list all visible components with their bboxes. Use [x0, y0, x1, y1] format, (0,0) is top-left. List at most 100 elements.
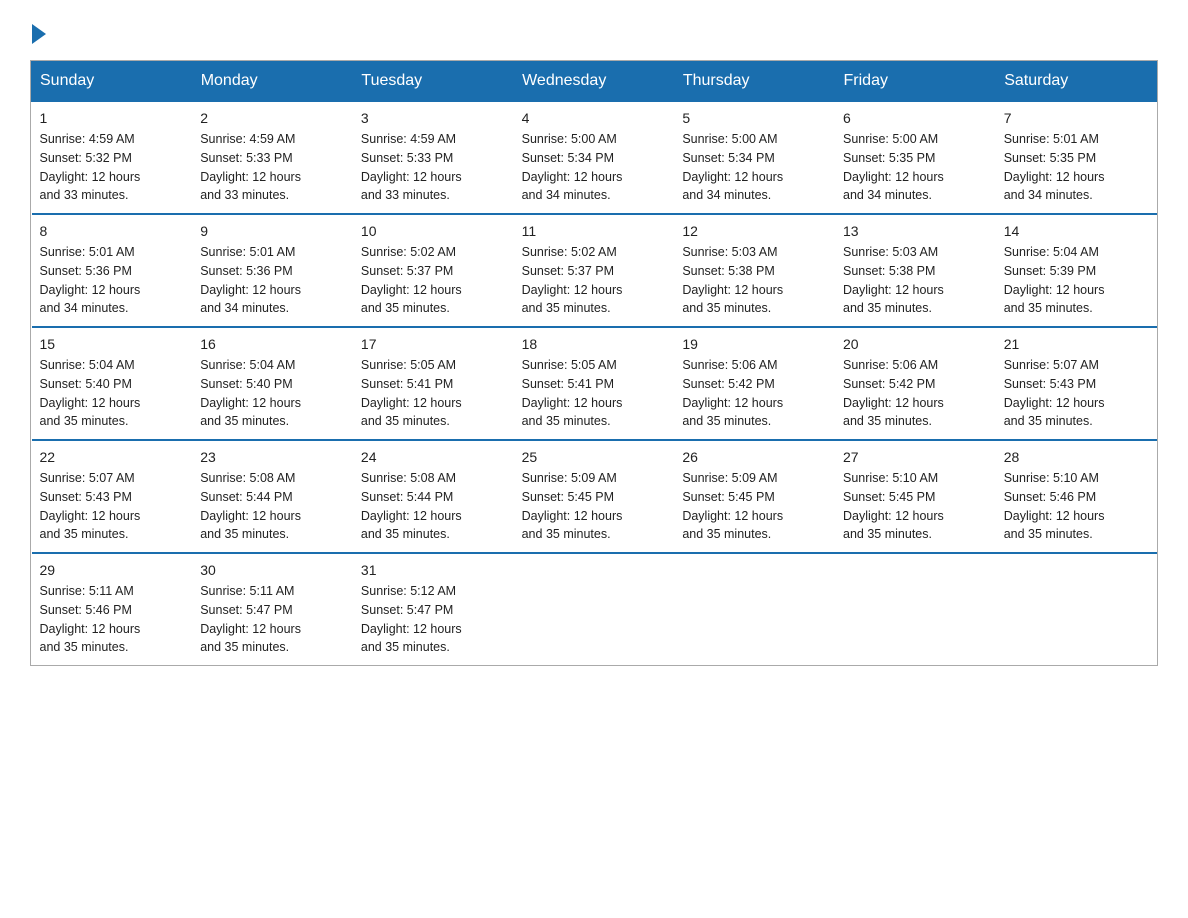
day-number: 30	[200, 562, 345, 578]
calendar-wrapper: SundayMondayTuesdayWednesdayThursdayFrid…	[30, 60, 1158, 666]
day-info: Sunrise: 5:11 AMSunset: 5:46 PMDaylight:…	[40, 584, 141, 654]
day-number: 21	[1004, 336, 1149, 352]
weekday-header-monday: Monday	[192, 62, 353, 102]
day-number: 27	[843, 449, 988, 465]
week-row-2: 8 Sunrise: 5:01 AMSunset: 5:36 PMDayligh…	[32, 214, 1157, 327]
day-number: 9	[200, 223, 345, 239]
calendar-cell: 15 Sunrise: 5:04 AMSunset: 5:40 PMDaylig…	[32, 327, 193, 440]
day-number: 13	[843, 223, 988, 239]
calendar-cell: 7 Sunrise: 5:01 AMSunset: 5:35 PMDayligh…	[996, 101, 1157, 214]
calendar-cell: 14 Sunrise: 5:04 AMSunset: 5:39 PMDaylig…	[996, 214, 1157, 327]
day-number: 26	[682, 449, 827, 465]
day-number: 4	[522, 110, 667, 126]
day-number: 25	[522, 449, 667, 465]
calendar-cell: 17 Sunrise: 5:05 AMSunset: 5:41 PMDaylig…	[353, 327, 514, 440]
day-number: 14	[1004, 223, 1149, 239]
day-info: Sunrise: 5:09 AMSunset: 5:45 PMDaylight:…	[682, 471, 783, 541]
day-number: 22	[40, 449, 185, 465]
day-info: Sunrise: 5:12 AMSunset: 5:47 PMDaylight:…	[361, 584, 462, 654]
day-number: 2	[200, 110, 345, 126]
day-info: Sunrise: 5:06 AMSunset: 5:42 PMDaylight:…	[682, 358, 783, 428]
day-info: Sunrise: 5:03 AMSunset: 5:38 PMDaylight:…	[843, 245, 944, 315]
day-info: Sunrise: 5:00 AMSunset: 5:34 PMDaylight:…	[682, 132, 783, 202]
day-number: 10	[361, 223, 506, 239]
day-info: Sunrise: 5:07 AMSunset: 5:43 PMDaylight:…	[1004, 358, 1105, 428]
calendar-cell: 27 Sunrise: 5:10 AMSunset: 5:45 PMDaylig…	[835, 440, 996, 553]
day-info: Sunrise: 5:01 AMSunset: 5:36 PMDaylight:…	[200, 245, 301, 315]
calendar-cell: 29 Sunrise: 5:11 AMSunset: 5:46 PMDaylig…	[32, 553, 193, 665]
weekday-header-wednesday: Wednesday	[514, 62, 675, 102]
calendar-cell: 16 Sunrise: 5:04 AMSunset: 5:40 PMDaylig…	[192, 327, 353, 440]
calendar-cell: 19 Sunrise: 5:06 AMSunset: 5:42 PMDaylig…	[674, 327, 835, 440]
day-number: 18	[522, 336, 667, 352]
day-number: 31	[361, 562, 506, 578]
day-number: 23	[200, 449, 345, 465]
calendar-cell: 31 Sunrise: 5:12 AMSunset: 5:47 PMDaylig…	[353, 553, 514, 665]
day-number: 29	[40, 562, 185, 578]
calendar-cell: 5 Sunrise: 5:00 AMSunset: 5:34 PMDayligh…	[674, 101, 835, 214]
calendar-cell: 21 Sunrise: 5:07 AMSunset: 5:43 PMDaylig…	[996, 327, 1157, 440]
weekday-header-saturday: Saturday	[996, 62, 1157, 102]
calendar-cell: 11 Sunrise: 5:02 AMSunset: 5:37 PMDaylig…	[514, 214, 675, 327]
calendar-cell: 22 Sunrise: 5:07 AMSunset: 5:43 PMDaylig…	[32, 440, 193, 553]
day-number: 19	[682, 336, 827, 352]
weekday-header-friday: Friday	[835, 62, 996, 102]
day-info: Sunrise: 5:10 AMSunset: 5:46 PMDaylight:…	[1004, 471, 1105, 541]
day-number: 6	[843, 110, 988, 126]
day-number: 3	[361, 110, 506, 126]
weekday-header-sunday: Sunday	[32, 62, 193, 102]
day-number: 28	[1004, 449, 1149, 465]
day-info: Sunrise: 5:08 AMSunset: 5:44 PMDaylight:…	[361, 471, 462, 541]
calendar-cell: 4 Sunrise: 5:00 AMSunset: 5:34 PMDayligh…	[514, 101, 675, 214]
day-number: 15	[40, 336, 185, 352]
calendar-cell: 9 Sunrise: 5:01 AMSunset: 5:36 PMDayligh…	[192, 214, 353, 327]
day-info: Sunrise: 5:04 AMSunset: 5:39 PMDaylight:…	[1004, 245, 1105, 315]
day-info: Sunrise: 5:01 AMSunset: 5:36 PMDaylight:…	[40, 245, 141, 315]
calendar-cell	[835, 553, 996, 665]
day-info: Sunrise: 5:03 AMSunset: 5:38 PMDaylight:…	[682, 245, 783, 315]
calendar-cell: 25 Sunrise: 5:09 AMSunset: 5:45 PMDaylig…	[514, 440, 675, 553]
calendar-cell	[514, 553, 675, 665]
calendar-cell: 6 Sunrise: 5:00 AMSunset: 5:35 PMDayligh…	[835, 101, 996, 214]
week-row-5: 29 Sunrise: 5:11 AMSunset: 5:46 PMDaylig…	[32, 553, 1157, 665]
day-number: 1	[40, 110, 185, 126]
calendar-cell: 23 Sunrise: 5:08 AMSunset: 5:44 PMDaylig…	[192, 440, 353, 553]
day-info: Sunrise: 5:00 AMSunset: 5:34 PMDaylight:…	[522, 132, 623, 202]
day-info: Sunrise: 5:04 AMSunset: 5:40 PMDaylight:…	[200, 358, 301, 428]
day-number: 20	[843, 336, 988, 352]
calendar-cell: 10 Sunrise: 5:02 AMSunset: 5:37 PMDaylig…	[353, 214, 514, 327]
day-number: 24	[361, 449, 506, 465]
day-info: Sunrise: 4:59 AMSunset: 5:33 PMDaylight:…	[361, 132, 462, 202]
weekday-header-tuesday: Tuesday	[353, 62, 514, 102]
calendar-table: SundayMondayTuesdayWednesdayThursdayFrid…	[31, 61, 1157, 665]
day-info: Sunrise: 4:59 AMSunset: 5:33 PMDaylight:…	[200, 132, 301, 202]
day-info: Sunrise: 5:10 AMSunset: 5:45 PMDaylight:…	[843, 471, 944, 541]
calendar-cell: 3 Sunrise: 4:59 AMSunset: 5:33 PMDayligh…	[353, 101, 514, 214]
calendar-cell: 2 Sunrise: 4:59 AMSunset: 5:33 PMDayligh…	[192, 101, 353, 214]
day-info: Sunrise: 5:00 AMSunset: 5:35 PMDaylight:…	[843, 132, 944, 202]
day-info: Sunrise: 5:02 AMSunset: 5:37 PMDaylight:…	[361, 245, 462, 315]
page-header	[30, 20, 1158, 44]
logo	[30, 20, 46, 44]
day-info: Sunrise: 5:04 AMSunset: 5:40 PMDaylight:…	[40, 358, 141, 428]
calendar-cell: 26 Sunrise: 5:09 AMSunset: 5:45 PMDaylig…	[674, 440, 835, 553]
day-number: 16	[200, 336, 345, 352]
day-info: Sunrise: 5:11 AMSunset: 5:47 PMDaylight:…	[200, 584, 301, 654]
day-number: 11	[522, 223, 667, 239]
day-info: Sunrise: 5:02 AMSunset: 5:37 PMDaylight:…	[522, 245, 623, 315]
week-row-3: 15 Sunrise: 5:04 AMSunset: 5:40 PMDaylig…	[32, 327, 1157, 440]
day-number: 7	[1004, 110, 1149, 126]
logo-arrow-icon	[32, 24, 46, 44]
day-number: 17	[361, 336, 506, 352]
day-info: Sunrise: 5:07 AMSunset: 5:43 PMDaylight:…	[40, 471, 141, 541]
calendar-cell: 20 Sunrise: 5:06 AMSunset: 5:42 PMDaylig…	[835, 327, 996, 440]
calendar-cell: 13 Sunrise: 5:03 AMSunset: 5:38 PMDaylig…	[835, 214, 996, 327]
day-number: 8	[40, 223, 185, 239]
day-number: 12	[682, 223, 827, 239]
day-info: Sunrise: 5:05 AMSunset: 5:41 PMDaylight:…	[522, 358, 623, 428]
weekday-header-row: SundayMondayTuesdayWednesdayThursdayFrid…	[32, 62, 1157, 102]
day-number: 5	[682, 110, 827, 126]
day-info: Sunrise: 5:01 AMSunset: 5:35 PMDaylight:…	[1004, 132, 1105, 202]
week-row-4: 22 Sunrise: 5:07 AMSunset: 5:43 PMDaylig…	[32, 440, 1157, 553]
week-row-1: 1 Sunrise: 4:59 AMSunset: 5:32 PMDayligh…	[32, 101, 1157, 214]
